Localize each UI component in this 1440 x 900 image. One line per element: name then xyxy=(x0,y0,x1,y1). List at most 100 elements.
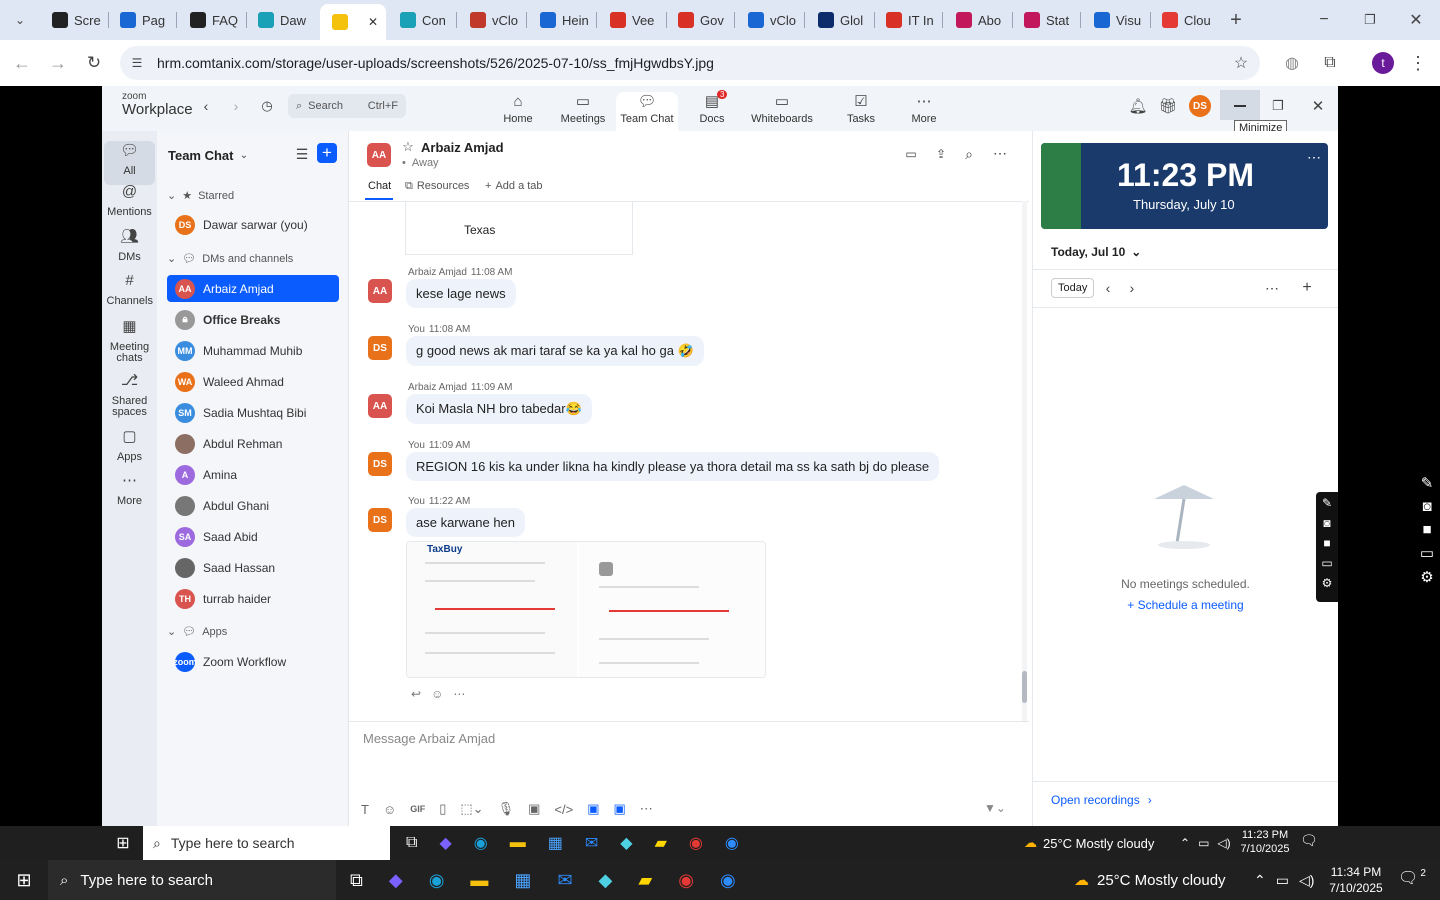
profile-avatar[interactable]: t xyxy=(1372,52,1394,74)
translate-icon[interactable]: ◍ xyxy=(1280,51,1304,75)
section-apps[interactable]: ⌄ 💬︎ Apps xyxy=(167,625,227,639)
browser-tab[interactable]: Vee xyxy=(598,6,662,34)
nav-whiteboards[interactable]: ▭ Whiteboards xyxy=(751,92,813,132)
minimize-button[interactable] xyxy=(1220,90,1260,120)
tab-resources[interactable]: ⧉ Resources xyxy=(405,180,469,193)
tab-add[interactable]: + Add a tab xyxy=(485,180,543,192)
notifications-button[interactable]: 🗨︎ 2 xyxy=(1398,868,1426,888)
user-avatar[interactable]: DS xyxy=(1189,95,1211,117)
browser-tab[interactable]: Pag xyxy=(108,6,172,34)
chevron-up-icon[interactable]: ⌃ xyxy=(1254,872,1266,889)
rail-dms[interactable]: 👥︎ DMs xyxy=(104,229,155,263)
browser-tab[interactable]: vClo xyxy=(458,6,522,34)
store-icon[interactable]: ▦ xyxy=(514,870,531,891)
message-bubble[interactable]: Koi Masla NH bro tabedar😂 xyxy=(406,394,592,424)
more-actions-icon[interactable]: ⋯ xyxy=(453,687,465,701)
nav-tasks[interactable]: ☑ Tasks xyxy=(830,92,892,132)
history-icon[interactable]: ◷ xyxy=(258,97,276,115)
emoji-react-icon[interactable]: ☺ xyxy=(431,687,443,701)
schedule-meeting-link[interactable]: + Schedule a meeting xyxy=(1033,598,1338,612)
gift-icon[interactable]: 🎁︎ xyxy=(1158,96,1178,116)
file-explorer-icon[interactable]: ▬ xyxy=(470,870,488,891)
attachment-image-2[interactable] xyxy=(579,542,765,677)
taskbar-search[interactable]: ⌕ Type here to search xyxy=(48,860,336,900)
message-avatar[interactable]: AA xyxy=(368,394,392,418)
network-icon[interactable]: ▭ xyxy=(1276,872,1289,889)
file-icon[interactable]: ▯ xyxy=(439,801,446,817)
sticky-notes-icon[interactable]: ▰ xyxy=(655,833,667,853)
message-bubble[interactable]: ase karwane hen xyxy=(406,508,526,537)
restore-window-icon[interactable]: ❐ xyxy=(1358,8,1382,32)
message-avatar[interactable]: AA xyxy=(368,279,392,303)
search-box[interactable]: ⌕ Search Ctrl+F xyxy=(288,94,406,118)
tab-list-icon[interactable]: ⌄ xyxy=(8,8,32,32)
tab-chat[interactable]: Chat xyxy=(368,180,391,192)
taskbar-search-inner[interactable]: ⌕ Type here to search xyxy=(143,826,390,860)
window-icon[interactable]: ▭ xyxy=(1321,556,1332,570)
nav-meetings[interactable]: ▭ Meetings xyxy=(552,92,614,132)
send-filter-icon[interactable]: ▼⌄ xyxy=(980,799,1010,817)
gif-icon[interactable]: GIF xyxy=(410,804,425,814)
start-icon[interactable]: ⊞ xyxy=(0,860,48,900)
record-icon[interactable]: ■ xyxy=(1323,536,1330,550)
mail-icon[interactable]: ✉ xyxy=(585,833,598,853)
add-event-icon[interactable]: + xyxy=(1298,279,1316,297)
contact-avatar[interactable]: AA xyxy=(367,143,391,167)
sticky-notes-icon[interactable]: ▰ xyxy=(638,870,652,891)
bookmark-star-icon[interactable]: ☆ xyxy=(1230,52,1252,74)
clock[interactable]: 11:34 PM 7/10/2025 xyxy=(1326,864,1386,896)
back-icon[interactable]: ← xyxy=(10,51,34,75)
code-snippet-icon[interactable]: </> xyxy=(554,802,573,817)
network-icon[interactable]: ▭ xyxy=(1198,836,1209,850)
audio-message-icon[interactable]: 🎙︎ xyxy=(498,801,515,817)
app-icon[interactable]: ▣ xyxy=(587,801,599,817)
today-button[interactable]: Today xyxy=(1051,278,1095,298)
sidebar-item[interactable]: Abdul Rehman xyxy=(167,430,339,457)
new-chat-button[interactable]: + xyxy=(317,143,337,163)
emoji-icon[interactable]: ☺ xyxy=(383,802,396,817)
browser-tab[interactable]: Con xyxy=(388,6,452,34)
chevron-up-icon[interactable]: ⌃ xyxy=(1180,836,1190,850)
open-recordings-link[interactable]: Open recordings › xyxy=(1051,793,1152,807)
video-message-icon[interactable]: ▣ xyxy=(528,801,540,817)
rail-meeting-chats[interactable]: ▦ Meeting chats xyxy=(104,319,155,364)
message-input[interactable]: Message Arbaiz Amjad xyxy=(363,731,495,746)
browser-menu-icon[interactable]: ⋮ xyxy=(1406,51,1430,75)
sidebar-item[interactable]: WA Waleed Ahmad xyxy=(167,368,339,395)
settings-icon[interactable]: ⚙ xyxy=(1322,576,1333,590)
nav-docs[interactable]: ▤ 3 Docs xyxy=(681,90,743,132)
start-icon[interactable]: ⊞ xyxy=(104,826,142,860)
browser-tab[interactable]: Visu xyxy=(1082,6,1146,34)
sidebar-item[interactable]: TH turrab haider xyxy=(167,585,339,612)
format-text-icon[interactable]: T xyxy=(361,802,369,817)
vscode-icon[interactable]: ◆ xyxy=(620,833,632,853)
reply-icon[interactable]: ↩ xyxy=(411,687,421,701)
date-heading[interactable]: Today, Jul 10 ⌄ xyxy=(1051,245,1141,259)
nav-back-icon[interactable]: ‹ xyxy=(198,98,214,114)
sidebar-item[interactable]: AA Arbaiz Amjad xyxy=(167,275,339,302)
browser-tab[interactable]: ✕ xyxy=(320,4,386,40)
vscode-icon[interactable]: ◆ xyxy=(599,870,613,891)
sidebar-item[interactable]: zoom Zoom Workflow xyxy=(167,648,339,675)
sidebar-item[interactable]: Saad Hassan xyxy=(167,554,339,581)
new-tab-icon[interactable]: + xyxy=(1224,8,1248,32)
browser-tab[interactable]: Stat xyxy=(1012,6,1076,34)
file-explorer-icon[interactable]: ▬ xyxy=(510,834,526,852)
pen-icon[interactable]: ✎ xyxy=(1421,474,1434,492)
nav-forward-icon[interactable]: › xyxy=(228,98,244,114)
chevron-down-icon[interactable]: ⌄ xyxy=(238,148,250,162)
sidebar-item[interactable]: MM Muhammad Muhib xyxy=(167,337,339,364)
browser-tab[interactable]: FAQ xyxy=(178,6,242,34)
sidebar-item[interactable]: SA Saad Abid xyxy=(167,523,339,550)
extensions-icon[interactable]: ⧉ xyxy=(1318,51,1342,75)
minimize-window-icon[interactable]: − xyxy=(1312,8,1336,32)
address-bar[interactable]: ☰ hrm.comtanix.com/storage/user-uploads/… xyxy=(120,46,1260,80)
volume-icon[interactable]: ◁) xyxy=(1299,872,1314,889)
browser-tab[interactable]: IT In xyxy=(874,6,938,34)
message-bubble[interactable]: REGION 16 kis ka under likna ha kindly p… xyxy=(406,452,940,481)
rail-apps[interactable]: ▢ Apps xyxy=(104,429,155,463)
site-info-icon[interactable]: ☰ xyxy=(128,54,146,72)
camera-icon[interactable]: ◙ xyxy=(1323,516,1330,530)
message-bubble[interactable]: kese lage news xyxy=(406,279,516,308)
browser-tab[interactable]: Daw xyxy=(246,6,310,34)
